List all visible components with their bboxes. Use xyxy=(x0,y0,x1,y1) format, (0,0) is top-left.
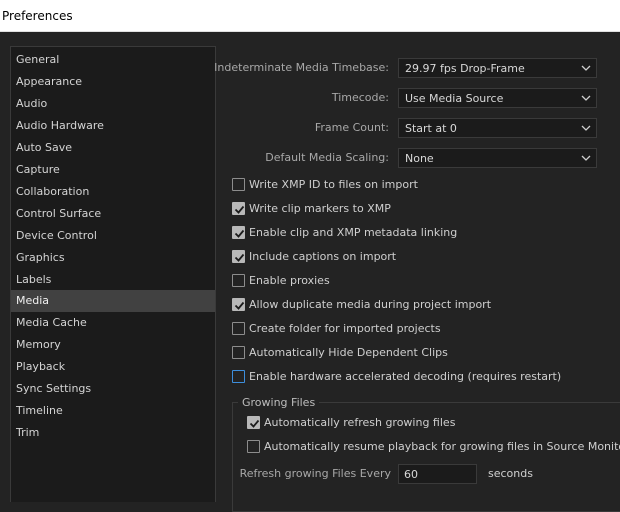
sidebar-item-appearance[interactable]: Appearance xyxy=(11,71,215,93)
write-xmp-id-label: Write XMP ID to files on import xyxy=(249,178,418,191)
sidebar-item-control-surface[interactable]: Control Surface xyxy=(11,203,215,225)
checkmark-icon xyxy=(249,419,260,428)
preferences-category-list[interactable]: General Appearance Audio Audio Hardware … xyxy=(10,46,216,502)
media-scaling-value: None xyxy=(405,152,434,165)
auto-resume-checkbox[interactable] xyxy=(247,440,260,453)
auto-resume-label: Automatically resume playback for growin… xyxy=(264,440,620,453)
allow-duplicate-media-label: Allow duplicate media during project imp… xyxy=(249,298,492,311)
sidebar-item-device-control[interactable]: Device Control xyxy=(11,225,215,247)
auto-refresh-checkbox[interactable] xyxy=(247,416,260,429)
timebase-dropdown[interactable]: 29.97 fps Drop-Frame xyxy=(398,58,597,78)
checkmark-icon xyxy=(234,229,245,238)
refresh-interval-value: 60 xyxy=(404,468,418,481)
sidebar-item-capture[interactable]: Capture xyxy=(11,159,215,181)
metadata-linking-label: Enable clip and XMP metadata linking xyxy=(249,226,458,239)
refresh-interval-label: Refresh growing Files Every xyxy=(239,467,391,480)
refresh-interval-input[interactable]: 60 xyxy=(398,464,477,484)
sidebar-item-graphics[interactable]: Graphics xyxy=(11,247,215,269)
frame-count-dropdown[interactable]: Start at 0 xyxy=(398,118,597,138)
sidebar-item-trim[interactable]: Trim xyxy=(11,422,215,444)
create-folder-label: Create folder for imported projects xyxy=(249,322,441,335)
timebase-label: Indeterminate Media Timebase: xyxy=(214,61,389,74)
sidebar-item-labels[interactable]: Labels xyxy=(11,269,215,291)
write-clip-markers-label: Write clip markers to XMP xyxy=(249,202,391,215)
timecode-label: Timecode: xyxy=(331,91,389,104)
auto-refresh-label: Automatically refresh growing files xyxy=(264,416,456,429)
timecode-value: Use Media Source xyxy=(405,92,504,105)
growing-files-title: Growing Files xyxy=(238,396,320,409)
sidebar-item-auto-save[interactable]: Auto Save xyxy=(11,137,215,159)
timecode-dropdown[interactable]: Use Media Source xyxy=(398,88,597,108)
sidebar-item-audio[interactable]: Audio xyxy=(11,93,215,115)
sidebar-item-collaboration[interactable]: Collaboration xyxy=(11,181,215,203)
include-captions-checkbox[interactable] xyxy=(232,250,245,263)
sidebar-item-playback[interactable]: Playback xyxy=(11,356,215,378)
media-scaling-label: Default Media Scaling: xyxy=(265,151,389,164)
title-bar: Preferences xyxy=(0,0,620,32)
allow-duplicate-media-checkbox[interactable] xyxy=(232,298,245,311)
checkmark-icon xyxy=(234,253,245,262)
hide-dependent-clips-checkbox[interactable] xyxy=(232,346,245,359)
sidebar-item-memory[interactable]: Memory xyxy=(11,334,215,356)
chevron-down-icon xyxy=(581,125,591,131)
sidebar-item-media-cache[interactable]: Media Cache xyxy=(11,312,215,334)
sidebar-item-general[interactable]: General xyxy=(11,49,215,71)
include-captions-label: Include captions on import xyxy=(249,250,397,263)
timebase-value: 29.97 fps Drop-Frame xyxy=(405,62,525,75)
sidebar-item-timeline[interactable]: Timeline xyxy=(11,400,215,422)
checkmark-icon xyxy=(234,301,245,310)
write-clip-markers-checkbox[interactable] xyxy=(232,202,245,215)
chevron-down-icon xyxy=(581,95,591,101)
sidebar-item-sync-settings[interactable]: Sync Settings xyxy=(11,378,215,400)
refresh-interval-unit: seconds xyxy=(488,467,533,480)
enable-proxies-label: Enable proxies xyxy=(249,274,330,287)
sidebar-item-audio-hardware[interactable]: Audio Hardware xyxy=(11,115,215,137)
hide-dependent-clips-label: Automatically Hide Dependent Clips xyxy=(249,346,448,359)
sidebar-item-media[interactable]: Media xyxy=(11,290,215,312)
hardware-decoding-checkbox[interactable] xyxy=(232,370,245,383)
media-scaling-dropdown[interactable]: None xyxy=(398,148,597,168)
frame-count-value: Start at 0 xyxy=(405,122,457,135)
create-folder-checkbox[interactable] xyxy=(232,322,245,335)
chevron-down-icon xyxy=(581,155,591,161)
enable-proxies-checkbox[interactable] xyxy=(232,274,245,287)
checkmark-icon xyxy=(234,205,245,214)
write-xmp-id-checkbox[interactable] xyxy=(232,178,245,191)
metadata-linking-checkbox[interactable] xyxy=(232,226,245,239)
window-title: Preferences xyxy=(2,9,73,23)
hardware-decoding-label: Enable hardware accelerated decoding (re… xyxy=(249,370,562,383)
chevron-down-icon xyxy=(581,65,591,71)
frame-count-label: Frame Count: xyxy=(314,121,389,134)
